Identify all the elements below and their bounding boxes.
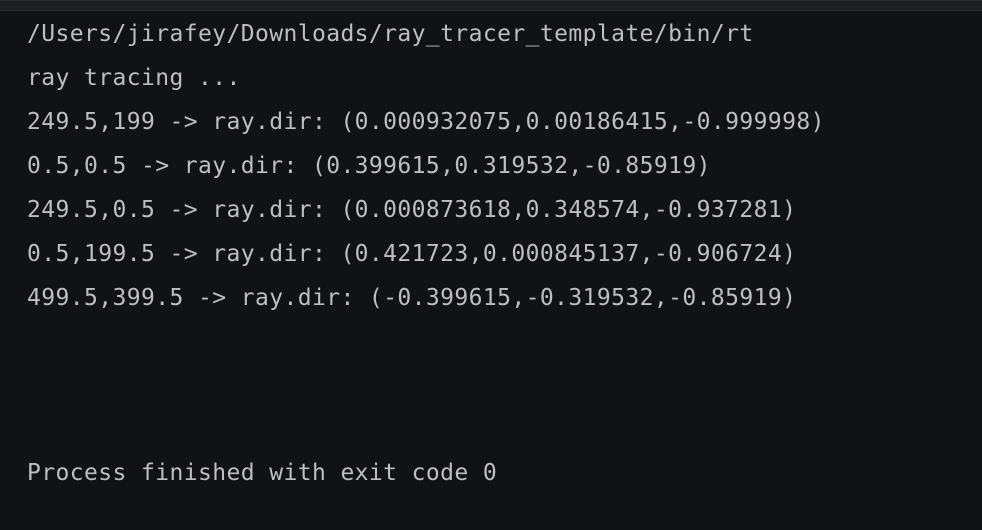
process-exit-message: Process finished with exit code 0 [27, 460, 498, 486]
output-line: 0.5,199.5 -> ray.dir: (0.421723,0.000845… [27, 241, 797, 267]
run-console-output: /Users/jirafey/Downloads/ray_tracer_temp… [0, 0, 982, 530]
console-top-border [0, 1, 982, 11]
output-line: 249.5,0.5 -> ray.dir: (0.000873618,0.348… [27, 197, 797, 223]
output-line: 499.5,399.5 -> ray.dir: (-0.399615,-0.31… [27, 285, 797, 311]
command-path-line[interactable]: /Users/jirafey/Downloads/ray_tracer_temp… [27, 20, 754, 48]
output-line: 0.5,0.5 -> ray.dir: (0.399615,0.319532,-… [27, 153, 711, 179]
output-line: ray tracing ... [27, 65, 241, 91]
output-line: 249.5,199 -> ray.dir: (0.000932075,0.001… [27, 109, 825, 135]
